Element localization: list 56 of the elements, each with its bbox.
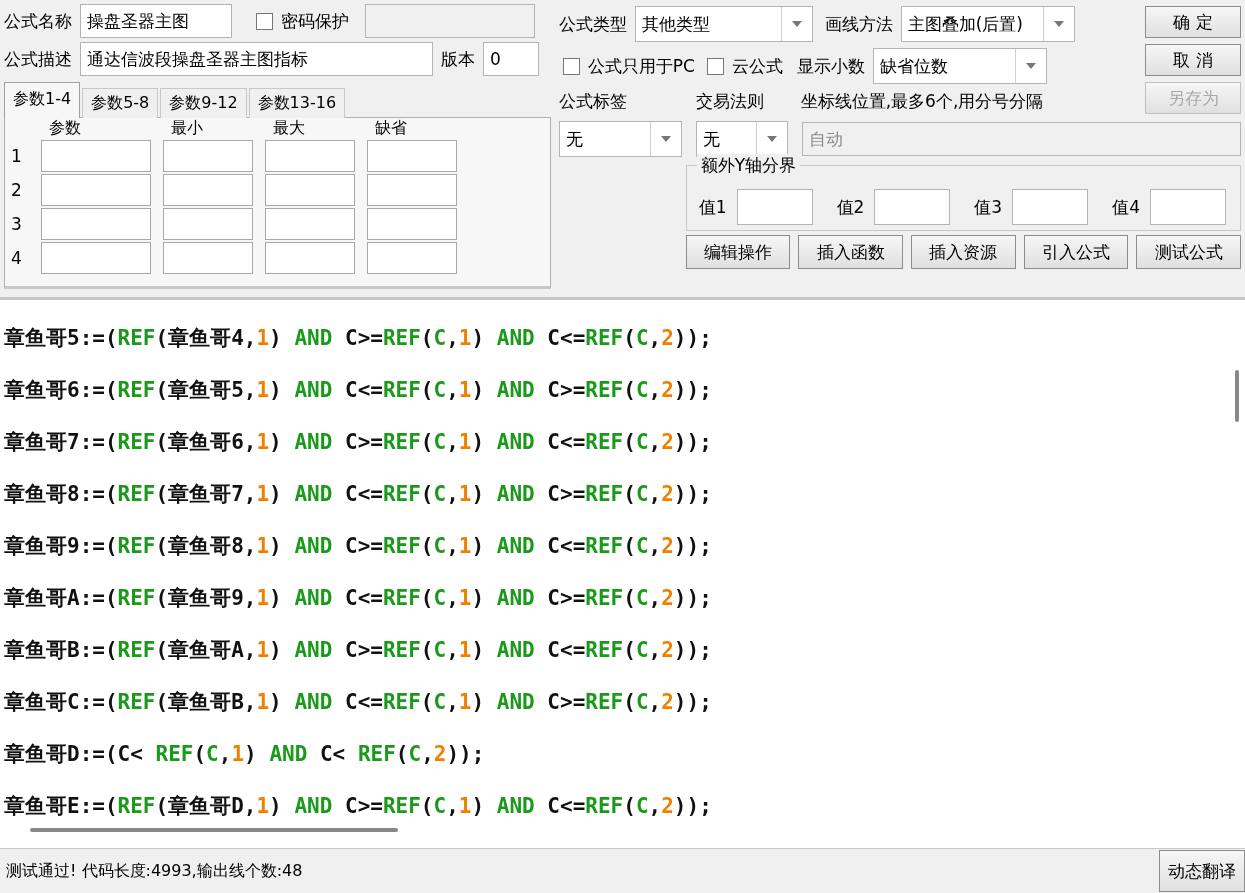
status-text: 测试通过! 代码长度:4993,输出线个数:48 [6, 860, 303, 882]
toolbar-button[interactable]: 引入公式 [1023, 235, 1129, 269]
dropdown[interactable]: 其他类型 [634, 6, 813, 42]
field-label: 公式标签 [558, 91, 627, 111]
toolbar-button[interactable]: 插入函数 [798, 235, 903, 269]
tab[interactable]: 参数1-4 [4, 82, 81, 118]
column-header: 缺省 [375, 118, 407, 137]
column-header: 最小 [171, 118, 203, 137]
dropdown[interactable]: 主图叠加(后置) [900, 6, 1075, 42]
code-line: 章鱼哥7:=(REF(章鱼哥6,1) AND C>=REF(C,1) AND C<=REF(C,2)); [4, 429, 712, 456]
tab[interactable]: 参数13-16 [248, 88, 346, 118]
dropdown[interactable]: 缺省位数 [872, 48, 1047, 84]
dropdown[interactable]: 无 [695, 121, 788, 157]
row-number: 3 [11, 214, 23, 234]
field-label: 坐标线位置,最多6个,用分号分隔 [800, 90, 1044, 113]
code-line: 章鱼哥A:=(REF(章鱼哥9,1) AND C<=REF(C,1) AND C>=REF(C,2)); [4, 585, 712, 612]
group-title: 额外Y轴分界 [696, 154, 801, 177]
tab[interactable]: 参数9-12 [160, 88, 247, 118]
code-line: 章鱼哥5:=(REF(章鱼哥4,1) AND C>=REF(C,1) AND C<=REF(C,2)); [4, 325, 712, 352]
version-field[interactable]: 0 [483, 42, 539, 76]
toolbar-button[interactable]: 编辑操作 [685, 235, 791, 269]
field-label: 值3 [974, 195, 1003, 219]
toolbar-button[interactable]: 插入资源 [911, 235, 1016, 269]
row-number: 4 [11, 248, 23, 268]
field-label: 公式类型 [558, 12, 627, 36]
field-label: 画线方法 [824, 12, 893, 36]
dropdown[interactable]: 无 [558, 121, 682, 157]
row-number: 1 [11, 146, 23, 166]
translate-button[interactable]: 动态翻译 [1159, 850, 1245, 892]
column-header: 最大 [273, 118, 305, 137]
name-field[interactable]: 操盘圣器主图 [80, 4, 232, 38]
field-label: 值1 [698, 195, 727, 219]
field-label: 显示小数 [796, 54, 865, 78]
tab[interactable]: 参数5-8 [82, 88, 159, 118]
column-header: 参数 [49, 118, 81, 137]
code-line: 章鱼哥B:=(REF(章鱼哥A,1) AND C>=REF(C,1) AND C<=REF(C,2)); [4, 637, 712, 664]
checkbox-label: 云公式 [731, 54, 783, 78]
description-field[interactable]: 通达信波段操盘圣器主图指标 [80, 42, 433, 76]
field-label: 版本 [441, 47, 475, 71]
code-line: 章鱼哥6:=(REF(章鱼哥5,1) AND C<=REF(C,1) AND C>=REF(C,2)); [4, 377, 712, 404]
field-label: 值4 [1112, 195, 1140, 219]
field-label: 值2 [836, 195, 865, 219]
checkbox-label: 密码保护 [281, 9, 349, 33]
code-line: 章鱼哥E:=(REF(章鱼哥D,1) AND C>=REF(C,1) AND C<=REF(C,2)); [4, 793, 712, 820]
toolbar-button[interactable]: 测试公式 [1136, 235, 1241, 269]
field-label: 公式描述 [4, 47, 72, 71]
dialog-button[interactable]: 取 消 [1145, 44, 1241, 76]
field-label: 公式名称 [4, 9, 72, 33]
field-label: 交易法则 [695, 91, 764, 111]
code-line: 章鱼哥8:=(REF(章鱼哥7,1) AND C<=REF(C,1) AND C>=REF(C,2)); [4, 481, 712, 508]
checkbox-label: 公式只用于PC [587, 54, 695, 78]
code-line: 章鱼哥9:=(REF(章鱼哥8,1) AND C>=REF(C,1) AND C<=REF(C,2)); [4, 533, 712, 560]
row-number: 2 [11, 180, 23, 200]
code-line: 章鱼哥D:=(C< REF(C,1) AND C< REF(C,2)); [4, 741, 485, 768]
dialog-button[interactable]: 确 定 [1145, 6, 1241, 38]
code-line: 章鱼哥C:=(REF(章鱼哥B,1) AND C<=REF(C,1) AND C>=REF(C,2)); [4, 689, 712, 716]
